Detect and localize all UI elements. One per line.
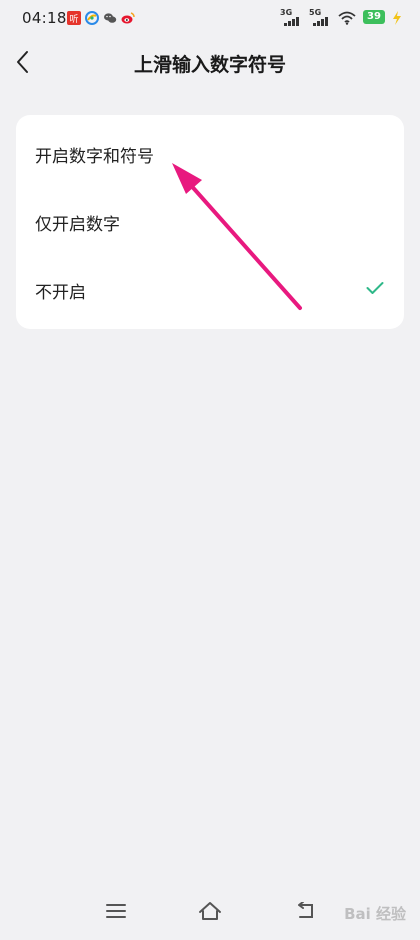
- navigation-bar: Bai 经验: [0, 892, 420, 940]
- option-label: 开启数字和符号: [35, 146, 154, 167]
- check-icon: [366, 280, 384, 294]
- page-title: 上滑输入数字符号: [133, 54, 286, 76]
- signal-3g-icon: 3G: [280, 8, 302, 26]
- back-icon: [294, 901, 316, 924]
- option-enable-numbers-and-symbols[interactable]: 开启数字和符号: [16, 120, 404, 188]
- network-type-label: 5G: [309, 8, 322, 17]
- weibo-icon: [121, 10, 135, 24]
- nav-menu-button[interactable]: [101, 900, 131, 926]
- nav-home-button[interactable]: [195, 900, 225, 926]
- option-disable[interactable]: 不开启: [16, 256, 404, 324]
- status-bar: 04:18 听 3G 5G 39: [0, 0, 420, 36]
- notification-icons: 听: [67, 10, 135, 25]
- option-label: 不开启: [35, 282, 86, 303]
- menu-icon: [106, 903, 126, 923]
- wifi-icon: [338, 10, 356, 25]
- news-app-icon: 听: [67, 10, 81, 25]
- header: 上滑输入数字符号: [0, 36, 420, 92]
- watermark: Bai 经验: [344, 905, 406, 923]
- nav-back-button[interactable]: [290, 900, 320, 926]
- svg-text:听: 听: [69, 14, 78, 25]
- home-icon: [198, 901, 222, 925]
- signal-5g-icon: 5G: [309, 8, 331, 26]
- option-enable-numbers-only[interactable]: 仅开启数字: [16, 188, 404, 256]
- network-type-label: 3G: [280, 8, 293, 17]
- wechat-icon: [103, 10, 117, 24]
- charging-bolt-icon: [392, 10, 402, 25]
- screen: 04:18 听 3G 5G 39 上滑输入数字符号 开启数字和符号 仅开启数字 …: [0, 0, 420, 940]
- battery-icon: 39: [363, 10, 385, 24]
- qq-browser-icon: [85, 10, 99, 25]
- battery-level: 39: [367, 11, 381, 22]
- option-label: 仅开启数字: [35, 214, 120, 235]
- status-indicators: 3G 5G 39: [280, 8, 402, 26]
- status-time: 04:18: [22, 9, 67, 27]
- options-card: 开启数字和符号 仅开启数字 不开启: [16, 115, 404, 329]
